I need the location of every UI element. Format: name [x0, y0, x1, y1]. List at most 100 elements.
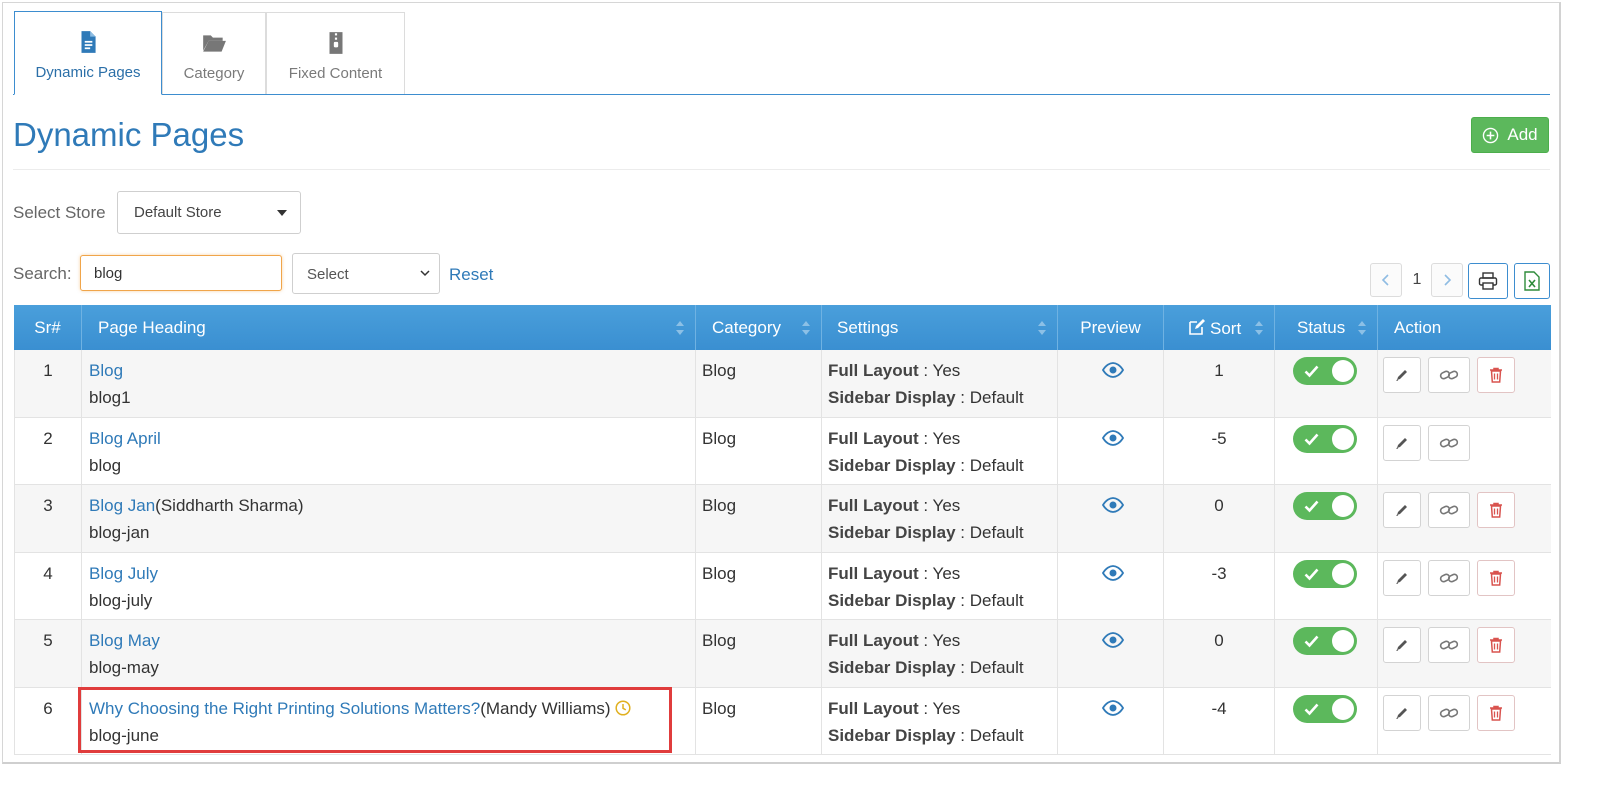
delete-button[interactable]: [1477, 357, 1515, 393]
preview-eye-icon[interactable]: [1102, 632, 1124, 648]
category-value: Blog: [702, 563, 737, 583]
prev-page-button[interactable]: [1370, 263, 1402, 297]
sort-value: -5: [1211, 428, 1227, 448]
heading-line: Blog May: [89, 631, 160, 651]
link-icon: [1439, 438, 1459, 447]
col-category[interactable]: Category: [696, 305, 822, 350]
full-layout-value: : Yes: [923, 563, 961, 583]
full-layout-setting: Full Layout : Yes: [828, 699, 960, 719]
pencil-icon: [1396, 640, 1407, 651]
status-toggle[interactable]: [1293, 627, 1357, 655]
add-button-label: Add: [1507, 125, 1538, 144]
col-action-label: Action: [1394, 318, 1442, 337]
full-layout-setting: Full Layout : Yes: [828, 429, 960, 449]
full-layout-value: : Yes: [923, 631, 961, 650]
page-slug: blog-may: [89, 658, 159, 677]
chevron-left-icon: [1381, 274, 1389, 286]
status-toggle[interactable]: [1293, 357, 1357, 385]
tab-label: Fixed Content: [288, 65, 383, 82]
link-button[interactable]: [1428, 424, 1470, 461]
col-sort-label: Sort: [1210, 319, 1242, 338]
cell-sort: -5: [1164, 417, 1275, 484]
reset-link[interactable]: Reset: [449, 265, 493, 285]
toggle-knob: [1332, 630, 1354, 652]
trash-icon: [1490, 502, 1502, 518]
excel-file-icon: [1524, 271, 1540, 291]
category-value: Blog: [702, 361, 737, 380]
sidebar-display-label: Sidebar Display: [828, 725, 956, 745]
store-select[interactable]: Default Store: [117, 191, 301, 234]
preview-eye-icon[interactable]: [1102, 497, 1124, 513]
page-slug: blog: [89, 455, 122, 475]
preview-eye-icon[interactable]: [1102, 429, 1124, 446]
edit-button[interactable]: [1383, 694, 1421, 731]
col-settings-label: Settings: [837, 318, 899, 337]
link-button[interactable]: [1428, 492, 1470, 528]
tab-dynamic-pages[interactable]: Dynamic Pages: [14, 11, 162, 95]
cell-action: [1378, 418, 1551, 485]
cell-settings: Full Layout : Yes Sidebar Display : Defa…: [822, 350, 1058, 417]
next-page-button[interactable]: [1431, 263, 1463, 297]
page-title-link[interactable]: Blog: [89, 361, 123, 380]
link-button[interactable]: [1428, 627, 1470, 663]
preview-eye-icon[interactable]: [1102, 564, 1124, 581]
full-layout-setting: Full Layout : Yes: [828, 496, 960, 516]
check-icon: [1304, 568, 1319, 580]
sort-value: -4: [1211, 698, 1227, 718]
sidebar-display-label: Sidebar Display: [828, 388, 956, 407]
full-layout-label: Full Layout: [828, 563, 919, 583]
cell-preview: [1058, 485, 1164, 552]
status-toggle[interactable]: [1293, 492, 1357, 520]
table-row: 1 Blog blog1 Blog Full Layout : Yes Side…: [14, 350, 1551, 418]
check-icon: [1304, 500, 1319, 513]
col-status[interactable]: Status: [1275, 305, 1378, 350]
heading-line: Why Choosing the Right Printing Solution…: [89, 699, 631, 719]
cell-action: [1378, 350, 1551, 417]
page-title-link[interactable]: Blog July: [89, 564, 158, 583]
delete-button[interactable]: [1477, 492, 1515, 528]
col-sort[interactable]: Sort: [1164, 305, 1275, 350]
status-toggle[interactable]: [1293, 694, 1357, 723]
page-title-link[interactable]: Blog May: [89, 631, 160, 650]
filter-select[interactable]: Select: [292, 253, 440, 294]
search-input[interactable]: [80, 255, 282, 291]
category-value: Blog: [702, 428, 737, 448]
tab-fixed-content[interactable]: Fixed Content: [266, 12, 405, 94]
tab-bar: Dynamic Pages Category Fixed Content: [13, 11, 1550, 95]
heading-line: Blog Jan(Siddharth Sharma): [89, 496, 304, 516]
edit-button[interactable]: [1383, 492, 1421, 528]
add-button[interactable]: Add: [1471, 117, 1549, 153]
edit-button[interactable]: [1383, 357, 1421, 393]
sidebar-display-label: Sidebar Display: [828, 658, 956, 677]
edit-button[interactable]: [1383, 424, 1421, 461]
delete-button[interactable]: [1477, 694, 1515, 731]
cell-page-heading: Why Choosing the Right Printing Solution…: [82, 687, 696, 754]
sidebar-display-value: : Default: [960, 455, 1024, 475]
preview-eye-icon[interactable]: [1102, 362, 1124, 378]
page-title-link[interactable]: Blog Jan: [89, 496, 155, 515]
page-title-link[interactable]: Blog April: [89, 429, 161, 448]
chevron-right-icon: [1444, 274, 1452, 286]
status-toggle[interactable]: [1293, 559, 1357, 588]
pencil-icon: [1396, 572, 1407, 584]
cell-sort: 0: [1164, 485, 1275, 552]
col-page-heading[interactable]: Page Heading: [82, 305, 696, 350]
preview-eye-icon[interactable]: [1102, 699, 1124, 716]
col-settings[interactable]: Settings: [822, 305, 1058, 350]
link-button[interactable]: [1428, 357, 1470, 393]
search-label: Search:: [13, 264, 72, 283]
sidebar-display-value: : Default: [960, 523, 1024, 542]
delete-button[interactable]: [1477, 559, 1515, 596]
edit-button[interactable]: [1383, 627, 1421, 663]
link-icon: [1439, 640, 1459, 650]
status-toggle[interactable]: [1293, 424, 1357, 453]
export-excel-button[interactable]: [1514, 263, 1550, 299]
page-title-link[interactable]: Why Choosing the Right Printing Solution…: [89, 699, 480, 718]
print-button[interactable]: [1468, 263, 1508, 299]
tab-category[interactable]: Category: [162, 12, 266, 94]
link-button[interactable]: [1428, 559, 1470, 596]
page-author: (Mandy Williams): [480, 698, 611, 718]
delete-button[interactable]: [1477, 627, 1515, 663]
edit-button[interactable]: [1383, 559, 1421, 596]
link-button[interactable]: [1428, 694, 1470, 731]
